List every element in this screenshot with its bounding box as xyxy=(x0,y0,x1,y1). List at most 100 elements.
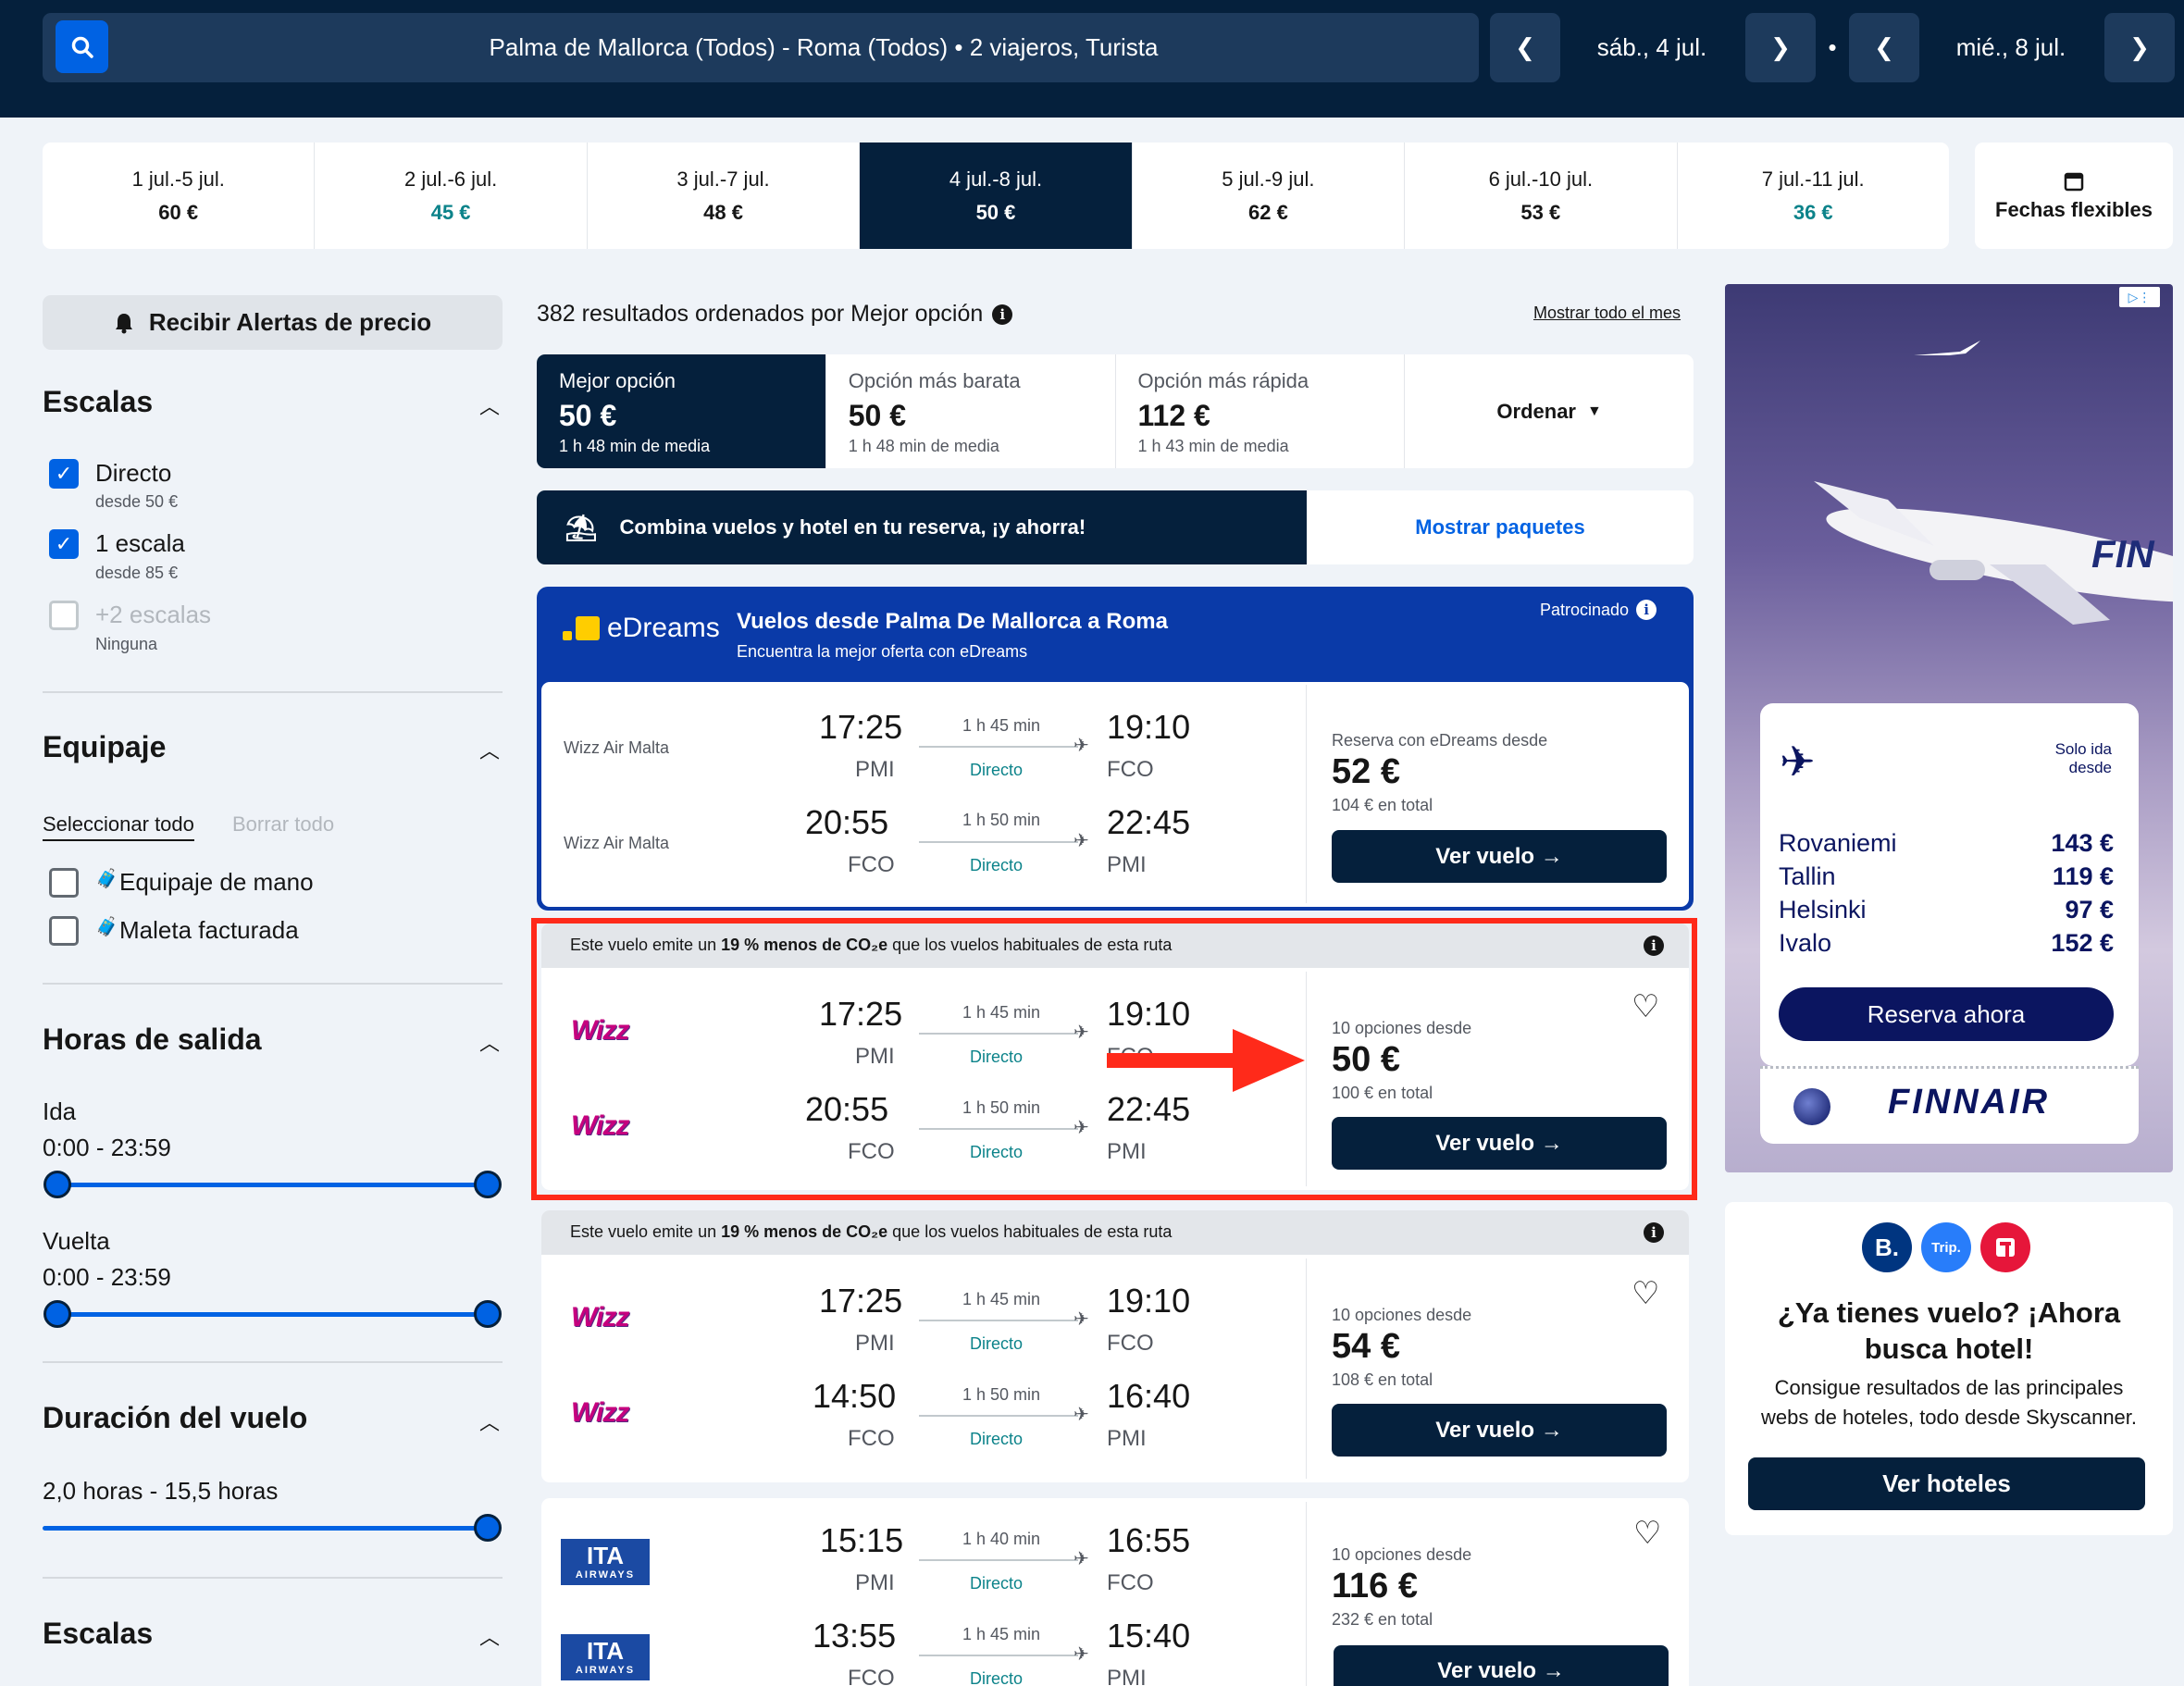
suitcase-icon: 🧳 xyxy=(95,869,118,889)
date-option[interactable]: 5 jul.-9 jul. 62 € xyxy=(1133,143,1406,249)
flight-line xyxy=(919,1655,1078,1656)
date-price: 48 € xyxy=(703,200,743,224)
check-icon: ✓ xyxy=(55,462,73,485)
arrival-airport: PMI xyxy=(1107,1666,1147,1686)
sponsored-tag-text: Patrocinado xyxy=(1540,600,1630,619)
chevron-up-icon[interactable]: ︿ xyxy=(479,1621,500,1651)
date-option[interactable]: 3 jul.-7 jul. 48 € xyxy=(588,143,861,249)
show-month-link[interactable]: Mostrar todo el mes xyxy=(1533,304,1681,323)
stops-direct-price: desde 50 € xyxy=(95,492,179,511)
info-icon[interactable]: i xyxy=(1644,1222,1664,1243)
return-slider-track[interactable] xyxy=(57,1312,488,1317)
view-hotels-button[interactable]: Ver hoteles xyxy=(1748,1457,2145,1510)
flight-line xyxy=(919,746,1078,748)
ad-choices-icon[interactable]: ▷⋮ xyxy=(2119,287,2160,307)
chevron-left-icon: ❮ xyxy=(1515,33,1535,61)
ad-city: Tallin xyxy=(1779,862,1836,890)
ad-book-now-button[interactable]: Reserva ahora xyxy=(1779,987,2114,1041)
depart-date[interactable]: sáb., 4 jul. xyxy=(1564,13,1740,82)
stops-direct-label[interactable]: Directo xyxy=(95,459,171,488)
date-range: 7 jul.-11 jul. xyxy=(1761,167,1865,191)
edreams-logo-text: eDreams xyxy=(607,613,720,643)
sort-dropdown[interactable]: Ordenar ▼ xyxy=(1405,354,1694,468)
date-option[interactable]: 2 jul.-6 jul. 45 € xyxy=(315,143,588,249)
tab-fastest[interactable]: Opción más rápida 112 € 1 h 43 min de me… xyxy=(1116,354,1406,468)
ad-city: Helsinki xyxy=(1779,896,1867,924)
hotel-promo-body: Consigue resultados de las principales w… xyxy=(1760,1376,2138,1429)
return-date[interactable]: mié., 8 jul. xyxy=(1923,13,2099,82)
return-slider-max-handle[interactable] xyxy=(474,1300,502,1328)
flight-stops: Directo xyxy=(970,856,1024,874)
stops-filter-title[interactable]: Escalas xyxy=(43,385,153,419)
select-all-link[interactable]: Seleccionar todo xyxy=(43,812,194,841)
date-option[interactable]: 7 jul.-11 jul. 36 € xyxy=(1678,143,1949,249)
chevron-up-icon[interactable]: ︿ xyxy=(479,1027,500,1057)
chevron-up-icon[interactable]: ︿ xyxy=(479,735,500,764)
date-range: 2 jul.-6 jul. xyxy=(403,167,498,191)
stops-one-label[interactable]: 1 escala xyxy=(95,529,185,558)
view-flight-button[interactable]: Ver vuelo → xyxy=(1332,830,1667,883)
stops-filter-title-2[interactable]: Escalas xyxy=(43,1617,153,1651)
outbound-slider-max-handle[interactable] xyxy=(474,1171,502,1198)
caret-down-icon: ▼ xyxy=(1587,403,1602,419)
info-icon[interactable]: i xyxy=(1636,600,1657,620)
checked-bag-label[interactable]: Maleta facturada xyxy=(119,916,299,945)
price-alert-button[interactable]: Recibir Alertas de precio xyxy=(43,295,503,350)
view-flight-button[interactable]: Ver vuelo → xyxy=(1334,1645,1669,1686)
flight-duration: 1 h 45 min xyxy=(962,1625,1041,1643)
arrival-airport: PMI xyxy=(1107,1426,1147,1451)
heart-icon[interactable]: ♡ xyxy=(1633,1515,1661,1552)
date-price: 45 € xyxy=(430,200,471,224)
depart-prev-button[interactable]: ❮ xyxy=(1490,13,1560,82)
return-range: 0:00 - 23:59 xyxy=(43,1263,171,1291)
flight-line xyxy=(919,841,1078,843)
red-arrow-annotation xyxy=(1107,1029,1305,1092)
return-prev-button[interactable]: ❮ xyxy=(1849,13,1919,82)
divider xyxy=(1306,1258,1307,1479)
duration-slider-track[interactable] xyxy=(43,1526,488,1531)
departure-time: 15:15 xyxy=(820,1521,904,1559)
ad-from: desde xyxy=(2068,758,2112,776)
outbound-slider-track[interactable] xyxy=(57,1183,488,1187)
departure-times-title[interactable]: Horas de salida xyxy=(43,1023,262,1057)
tab-best[interactable]: Mejor opción 50 € 1 h 48 min de media xyxy=(537,354,826,468)
outbound-slider-min-handle[interactable] xyxy=(43,1171,71,1198)
chevron-up-icon[interactable]: ︿ xyxy=(479,391,500,420)
return-slider-min-handle[interactable] xyxy=(43,1300,71,1328)
edreams-logo-mark xyxy=(576,616,600,640)
date-price: 60 € xyxy=(158,200,199,224)
tab-title: Mejor opción xyxy=(559,369,676,392)
flexible-dates-label: Fechas flexibles xyxy=(1995,197,2153,221)
finnair-logo-icon xyxy=(1914,341,1980,355)
duration-filter-title[interactable]: Duración del vuelo xyxy=(43,1401,307,1435)
depart-next-button[interactable]: ❯ xyxy=(1745,13,1816,82)
date-option-selected[interactable]: 4 jul.-8 jul. 50 € xyxy=(860,143,1133,249)
baggage-filter-title[interactable]: Equipaje xyxy=(43,730,166,764)
trip-logo: Trip. xyxy=(1921,1222,1971,1272)
show-packages-button[interactable]: Mostrar paquetes xyxy=(1307,490,1694,564)
date-option[interactable]: 6 jul.-10 jul. 53 € xyxy=(1405,143,1678,249)
cabin-bag-checkbox[interactable] xyxy=(49,868,79,898)
options-label: 10 opciones desde xyxy=(1332,1545,1472,1564)
stops-one-checkbox[interactable]: ✓ xyxy=(49,529,79,559)
chevron-up-icon[interactable]: ︿ xyxy=(479,1407,500,1436)
tab-duration: 1 h 43 min de media xyxy=(1137,437,1289,455)
heart-icon[interactable]: ♡ xyxy=(1632,1275,1659,1312)
flight-duration: 1 h 45 min xyxy=(962,716,1041,735)
duration-slider-handle[interactable] xyxy=(474,1514,502,1542)
search-button[interactable] xyxy=(56,20,108,73)
return-next-button[interactable]: ❯ xyxy=(2104,13,2175,82)
cabin-bag-label[interactable]: Equipaje de mano xyxy=(119,868,314,897)
view-flight-button[interactable]: Ver vuelo → xyxy=(1332,1404,1667,1457)
stops-direct-checkbox[interactable]: ✓ xyxy=(49,459,79,489)
search-summary-text[interactable]: Palma de Mallorca (Todos) - Roma (Todos)… xyxy=(185,13,1462,82)
flexible-dates-button[interactable]: Fechas flexibles xyxy=(1975,143,2173,249)
date-option[interactable]: 1 jul.-5 jul. 60 € xyxy=(43,143,316,249)
flight-total: 232 € en total xyxy=(1332,1610,1433,1629)
sort-label: Ordenar xyxy=(1496,399,1576,423)
ad-destination-row: Ivalo 152 € xyxy=(1779,929,2114,962)
tab-cheapest[interactable]: Opción más barata 50 € 1 h 48 min de med… xyxy=(826,354,1116,468)
beach-umbrella-icon: ⛱ xyxy=(565,513,598,542)
info-icon[interactable]: i xyxy=(992,304,1013,325)
checked-bag-checkbox[interactable] xyxy=(49,916,79,946)
